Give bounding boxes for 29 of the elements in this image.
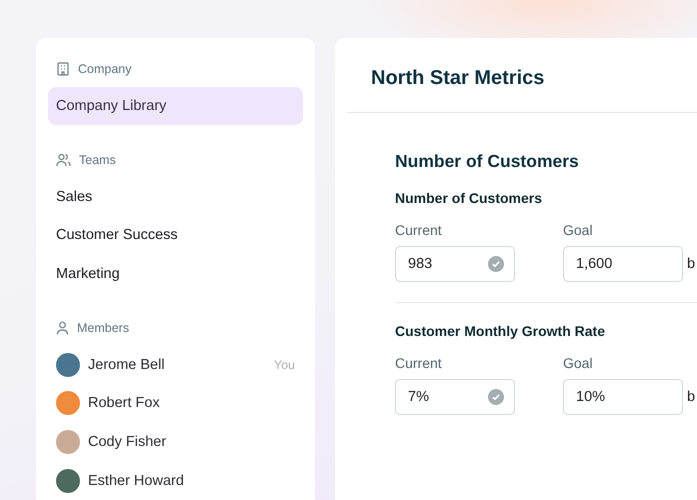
input-field[interactable]: 10% (563, 379, 683, 415)
building-icon (56, 62, 70, 76)
field-label: Current (395, 222, 443, 238)
member-name[interactable]: Cody Fisher (88, 434, 295, 450)
member-name[interactable]: Robert Fox (88, 395, 295, 412)
you-label: You (274, 358, 295, 372)
field-label: Current (395, 355, 443, 371)
member-name[interactable]: Esther Howard (88, 472, 295, 489)
member-name[interactable]: Jerome Bell (88, 356, 266, 373)
section-title: Number of Customers (395, 151, 580, 172)
sidebar-item[interactable]: Marketing (48, 254, 303, 294)
field-label: Goal (563, 222, 594, 238)
input-field[interactable]: 983 (395, 246, 515, 282)
page-title: North Star Metrics (370, 66, 546, 91)
section-heading: Company (78, 62, 132, 76)
sidebar-item[interactable]: Customer Success (48, 216, 303, 255)
input-field[interactable]: 1,600 (563, 246, 683, 282)
field-label: Goal (563, 355, 594, 371)
sidebar-item[interactable]: Company Library (48, 86, 303, 126)
person-icon (56, 321, 69, 336)
people-icon (56, 153, 71, 168)
unit-text: b (687, 256, 696, 274)
metric-title: Number of Customers (395, 190, 544, 206)
section-heading: Members (77, 321, 130, 336)
metric-title: Customer Monthly Growth Rate (395, 323, 606, 339)
section-heading: Teams (79, 153, 116, 168)
sidebar-item[interactable]: Sales (48, 178, 303, 216)
unit-text: b (687, 389, 696, 407)
input-field[interactable]: 7% (395, 379, 515, 415)
